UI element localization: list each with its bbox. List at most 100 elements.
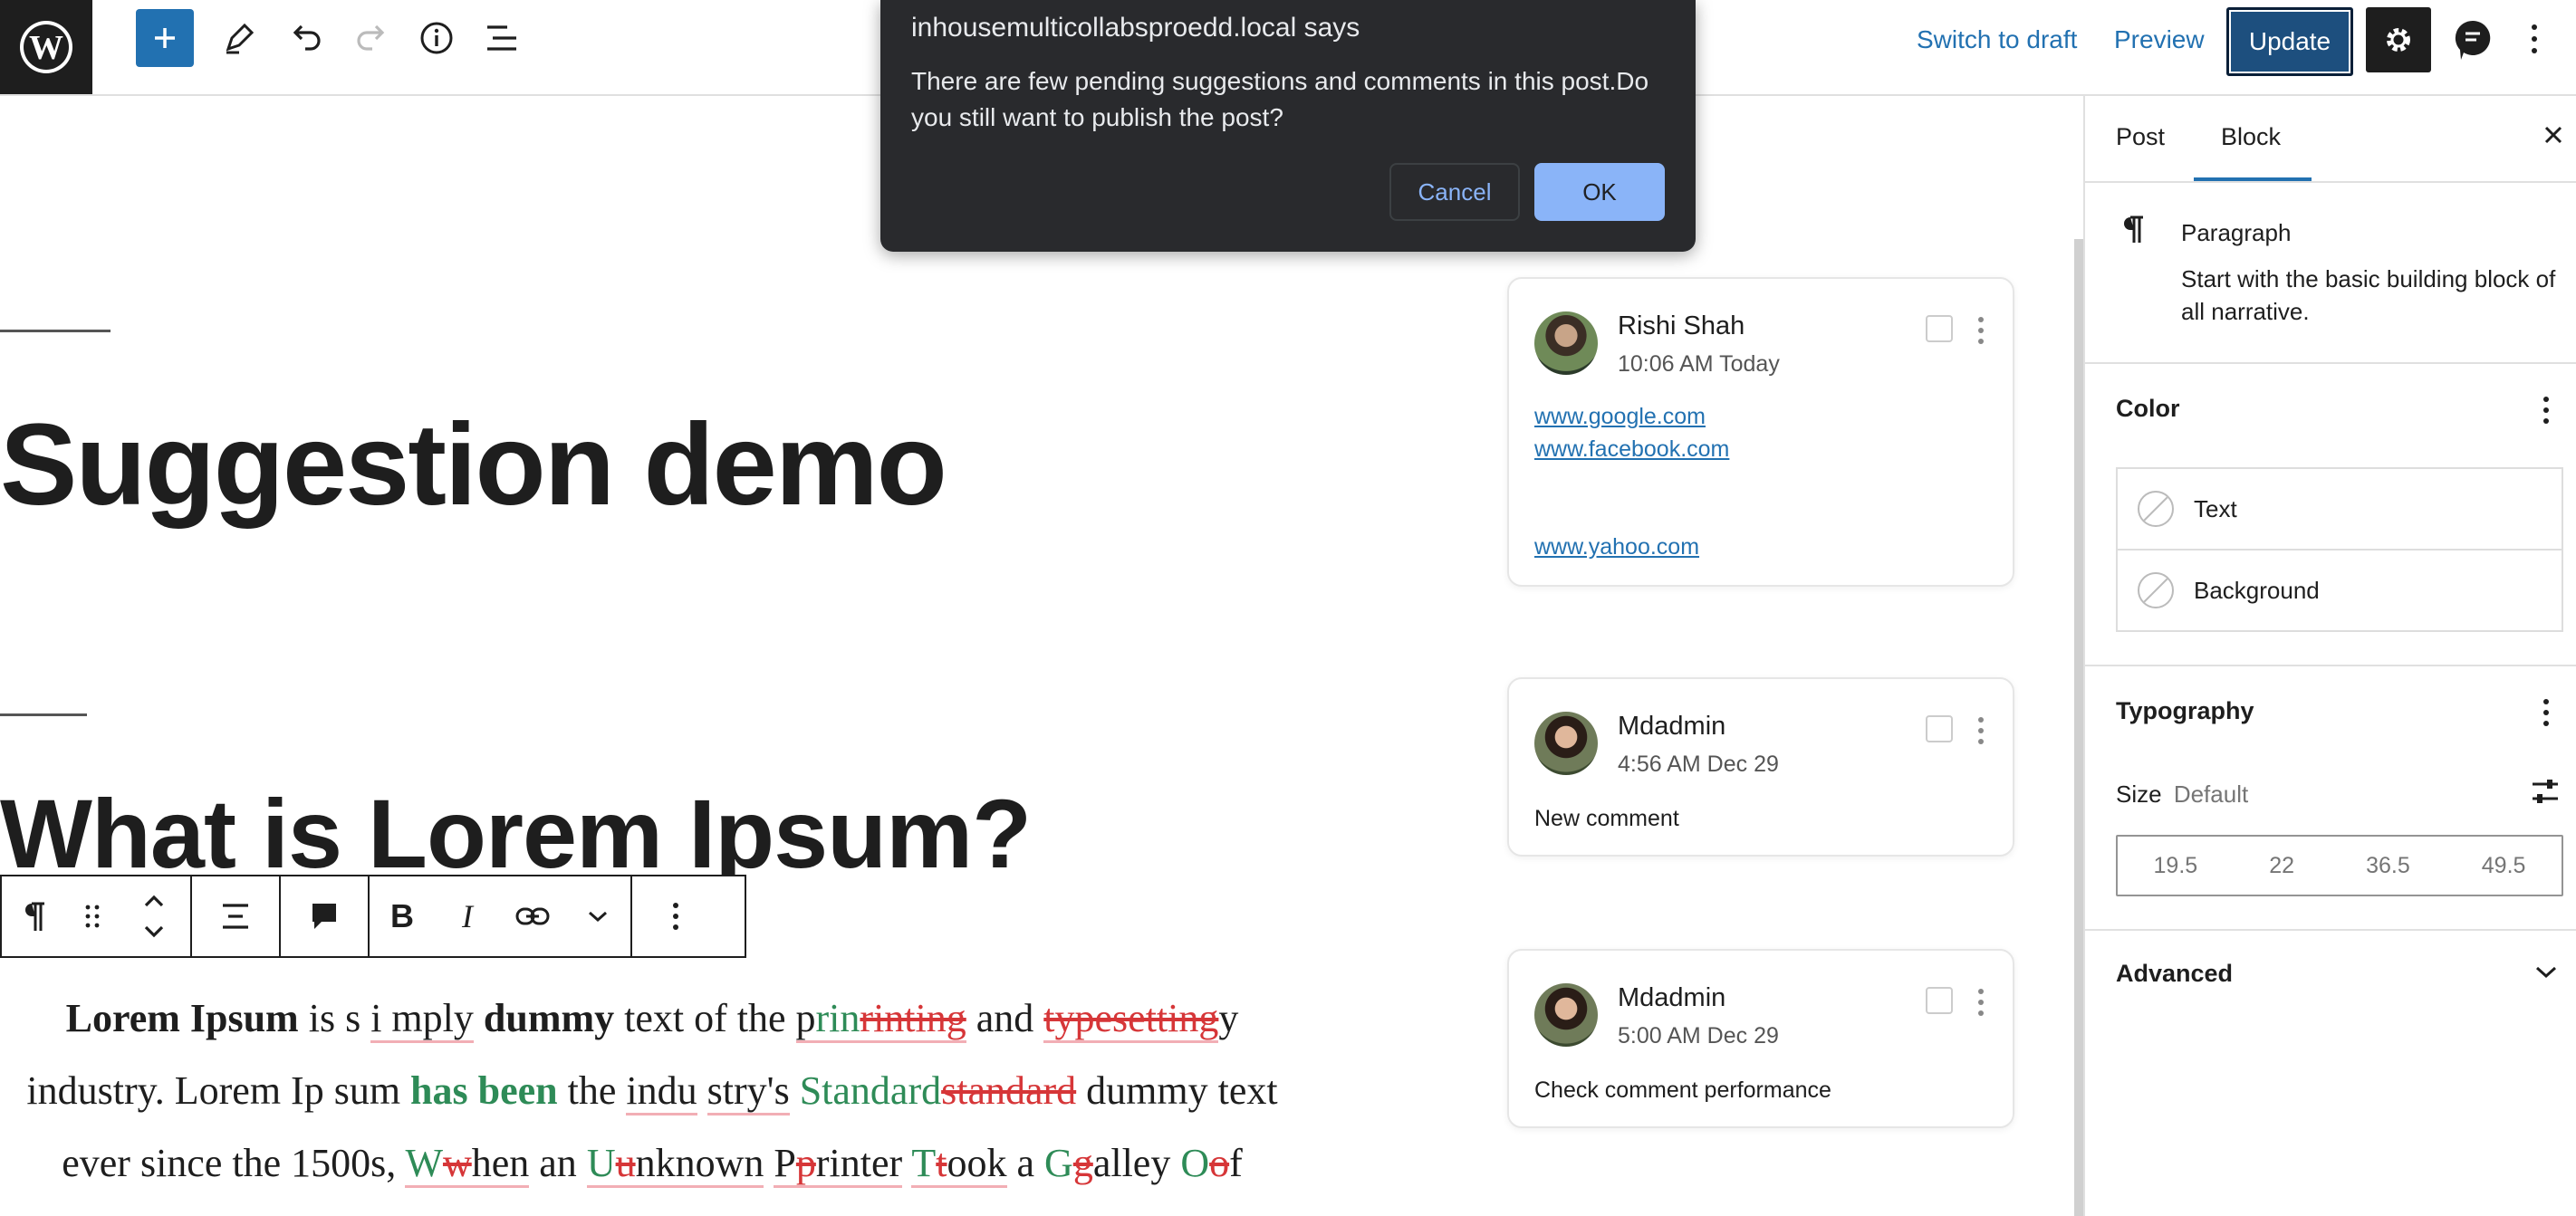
block-toolbar: B I: [0, 875, 746, 958]
canvas-scrollbar[interactable]: [2074, 239, 2083, 1216]
more-vertical-icon[interactable]: [1976, 987, 1985, 1022]
suggestion-text[interactable]: O: [1180, 1141, 1209, 1185]
avatar: [1534, 311, 1598, 375]
suggestion-text[interactable]: G: [1044, 1141, 1073, 1185]
info-icon[interactable]: [409, 11, 464, 65]
paragraph-text: and: [966, 996, 1044, 1040]
avatar: [1534, 983, 1598, 1047]
comment-link[interactable]: www.google.com: [1534, 400, 1729, 433]
suggestion-text[interactable]: U: [586, 1141, 616, 1188]
typography-panel-title[interactable]: Typography: [2116, 697, 2254, 725]
block-description: Start with the basic building block of a…: [2181, 265, 2556, 325]
comment-card[interactable]: Rishi Shah 10:06 AM Today www.google.com…: [1507, 277, 2014, 587]
more-vertical-icon[interactable]: [2542, 697, 2551, 732]
comment-link[interactable]: www.facebook.com: [1534, 433, 1729, 465]
paragraph-line: industry. Lorem Ip sum has been the indu…: [0, 1055, 1304, 1127]
heading-block[interactable]: What is Lorem Ipsum?: [0, 777, 1032, 890]
switch-to-draft-button[interactable]: Switch to draft: [1917, 25, 2077, 54]
paragraph-line: Lorem Ipsum is s i mply dummy text of th…: [0, 982, 1304, 1055]
suggestion-text[interactable]: t: [936, 1141, 947, 1188]
paragraph-text: is s: [298, 996, 371, 1040]
block-toolbar-group: [2, 876, 192, 956]
comment-card[interactable]: Mdadmin 4:56 AM Dec 29 New comment: [1507, 677, 2014, 857]
add-comment-icon[interactable]: [281, 876, 368, 956]
resolve-checkbox[interactable]: [1926, 315, 1953, 342]
more-vertical-icon[interactable]: [1976, 315, 1985, 350]
paragraph-text: y: [1218, 996, 1239, 1040]
paragraph-line: ever since the 1500s, Wwhen an Uunknown …: [0, 1127, 1304, 1200]
paragraph-text: i mply: [370, 996, 474, 1043]
paragraph-text: an: [529, 1141, 587, 1185]
comment-body: Check comment performance: [1534, 1077, 1831, 1103]
more-vertical-icon[interactable]: [2529, 20, 2540, 62]
text-color-option[interactable]: Text: [2116, 467, 2563, 551]
add-block-button[interactable]: [136, 9, 194, 67]
resolve-checkbox[interactable]: [1926, 987, 1953, 1014]
tab-block[interactable]: Block: [2221, 123, 2281, 151]
resolve-checkbox[interactable]: [1926, 715, 1953, 742]
comment-body: www.google.com www.facebook.com www.yaho…: [1534, 400, 1729, 563]
italic-button[interactable]: I: [435, 876, 500, 956]
cancel-button[interactable]: Cancel: [1389, 163, 1520, 221]
font-size-option[interactable]: 22: [2269, 853, 2294, 879]
chevron-down-icon[interactable]: [565, 876, 630, 956]
ok-button[interactable]: OK: [1534, 163, 1665, 221]
font-size-option[interactable]: 19.5: [2154, 853, 2198, 879]
chevron-down-icon[interactable]: [2534, 963, 2558, 984]
paragraph-text: [697, 1068, 707, 1113]
link-icon[interactable]: [500, 876, 565, 956]
comment-time: 10:06 AM Today: [1618, 351, 1780, 377]
close-icon[interactable]: [2542, 123, 2565, 151]
suggestion-text[interactable]: u: [615, 1141, 636, 1188]
move-up-down-icon[interactable]: [118, 876, 190, 956]
more-vertical-icon[interactable]: [1976, 715, 1985, 751]
font-size-value: Default: [2173, 780, 2249, 808]
options-icon[interactable]: [632, 876, 719, 956]
post-title[interactable]: Suggestion demo: [0, 398, 947, 531]
block-toolbar-group: [281, 876, 370, 956]
suggestion-text[interactable]: rinting: [860, 996, 966, 1043]
color-panel-title[interactable]: Color: [2116, 395, 2180, 423]
suggestion-text[interactable]: p: [795, 1141, 816, 1188]
suggestion-text[interactable]: W: [405, 1141, 443, 1188]
suggestion-text[interactable]: rin: [815, 996, 860, 1043]
paragraph-block[interactable]: Lorem Ipsum is s i mply dummy text of th…: [0, 982, 1304, 1200]
suggestion-text[interactable]: w: [442, 1141, 472, 1188]
comment-link[interactable]: www.yahoo.com: [1534, 531, 1729, 563]
paragraph-text: text of the: [614, 996, 796, 1040]
divider: [2085, 362, 2576, 364]
redo-icon[interactable]: [344, 11, 399, 65]
comments-bubble-icon[interactable]: [2447, 14, 2498, 65]
advanced-panel-title[interactable]: Advanced: [2116, 960, 2233, 988]
paragraph-icon[interactable]: [2, 876, 67, 956]
block-toolbar-group: B I: [370, 876, 632, 956]
comment-author: Mdadmin: [1618, 712, 1726, 741]
preview-button[interactable]: Preview: [2114, 25, 2205, 54]
more-vertical-icon[interactable]: [2542, 395, 2551, 430]
custom-size-icon[interactable]: [2529, 775, 2562, 812]
list-view-icon[interactable]: [475, 11, 529, 65]
comment-card[interactable]: Mdadmin 5:00 AM Dec 29 Check comment per…: [1507, 949, 2014, 1128]
paragraph-text: [764, 1141, 774, 1185]
avatar: [1534, 712, 1598, 775]
font-size-option[interactable]: 36.5: [2366, 853, 2410, 879]
undo-icon[interactable]: [279, 11, 333, 65]
suggestion-text[interactable]: standard: [941, 1068, 1076, 1113]
update-button[interactable]: Update: [2226, 7, 2353, 76]
suggestion-text[interactable]: Standard: [800, 1068, 941, 1113]
bold-button[interactable]: B: [370, 876, 435, 956]
settings-button[interactable]: [2366, 7, 2431, 72]
font-size-option[interactable]: 49.5: [2482, 853, 2526, 879]
suggestion-text[interactable]: o: [1209, 1141, 1229, 1185]
suggestion-text[interactable]: g: [1073, 1141, 1093, 1185]
background-color-option[interactable]: Background: [2116, 549, 2563, 632]
comment-time: 5:00 AM Dec 29: [1618, 1023, 1779, 1048]
drag-handle-icon[interactable]: [67, 876, 118, 956]
tab-post[interactable]: Post: [2116, 123, 2165, 151]
align-text-icon[interactable]: [192, 876, 279, 956]
edit-pencil-icon[interactable]: [212, 11, 266, 65]
suggestion-text[interactable]: has been: [410, 1068, 558, 1113]
suggestion-text[interactable]: T: [911, 1141, 937, 1188]
wordpress-logo-icon[interactable]: W: [0, 0, 92, 94]
suggestion-text[interactable]: typesetting: [1043, 996, 1219, 1043]
